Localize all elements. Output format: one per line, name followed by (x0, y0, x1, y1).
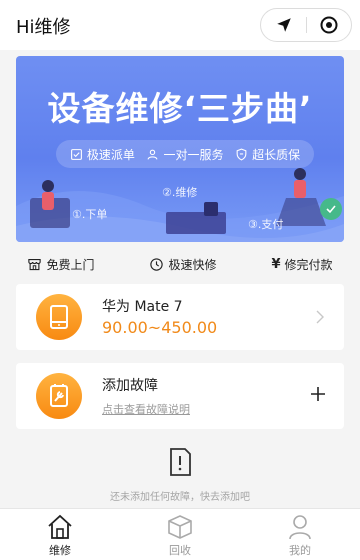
empty-hint: 还未添加任何故障，快去添加吧 (110, 492, 250, 503)
banner-step-order: ①.下单 (72, 208, 108, 221)
check-badge (320, 198, 342, 220)
device-icon-circle (36, 294, 82, 340)
banner-feature-pill: 极速派单 一对一服务 超长质保 (56, 140, 314, 168)
box-icon (168, 515, 192, 539)
device-name: 华为 Mate 7 (102, 299, 183, 315)
plus-icon[interactable] (310, 386, 326, 402)
house-icon (48, 514, 72, 539)
fault-icon-circle (36, 373, 82, 419)
banner-feature-label: 极速派单 (86, 147, 135, 162)
yen-icon: ¥ (271, 256, 281, 272)
banner-headline: 设备维修‘三步曲’ (47, 89, 313, 128)
empty-document-icon (170, 448, 191, 476)
menu-capsule (260, 8, 352, 42)
feature-free-visit: 免费上门 (27, 256, 95, 273)
tab-label: 我的 (289, 544, 311, 557)
record-icon (320, 16, 337, 34)
shield-icon (236, 148, 247, 161)
banner-feature-label: 一对一服务 (163, 147, 224, 162)
tab-bar: 维修 回收 我的 (0, 508, 360, 560)
feature-label: 免费上门 (46, 257, 95, 272)
promo-banner[interactable]: 设备维修‘三步曲’ 极速派单 一对一服务 超长质保 ①.下单 ②.维修 ③.支付 (16, 56, 344, 242)
user-icon (289, 515, 311, 540)
clock-icon (150, 257, 164, 271)
location-button[interactable] (261, 9, 306, 41)
tab-label: 回收 (169, 544, 191, 557)
check-icon (326, 205, 336, 214)
chevron-right-icon (316, 310, 324, 324)
tablet-icon (50, 305, 68, 329)
navbar: Hi维修 (0, 0, 360, 50)
service-features: 免费上门 极速快修 ¥ 修完付款 (0, 250, 360, 278)
add-fault-title: 添加故障 (102, 378, 158, 394)
banner-feature-dispatch: 极速派单 (70, 146, 135, 163)
device-card[interactable]: 华为 Mate 7 90.00~450.00 (16, 284, 344, 350)
location-arrow-icon (276, 18, 291, 32)
person-icon (148, 149, 158, 160)
banner-step-pay: ③.支付 (248, 218, 284, 231)
banner-feature-service: 一对一服务 (146, 146, 223, 163)
tab-mine[interactable]: 我的 (240, 509, 360, 560)
record-button[interactable] (306, 9, 351, 41)
fault-info-link[interactable]: 点击查看故障说明 (102, 401, 190, 417)
banner-feature-warranty: 超长质保 (235, 146, 300, 163)
device-price-range: 90.00~450.00 (102, 318, 218, 337)
shop-icon (28, 258, 42, 270)
feature-label: 修完付款 (284, 257, 333, 272)
tab-label: 维修 (49, 544, 71, 557)
banner-feature-label: 超长质保 (252, 147, 301, 162)
feature-fast-repair: 极速快修 (149, 256, 216, 273)
wrench-document-icon (50, 384, 68, 407)
feature-pay-after: ¥ 修完付款 (271, 256, 332, 273)
app-title: Hi维修 (16, 17, 71, 38)
tab-recycle[interactable]: 回收 (120, 509, 240, 560)
feature-label: 极速快修 (168, 257, 217, 272)
banner-step-repair: ②.维修 (162, 186, 198, 199)
add-fault-card[interactable]: 添加故障 点击查看故障说明 (16, 363, 344, 429)
tab-repair[interactable]: 维修 (0, 509, 120, 560)
checklist-icon (70, 148, 82, 160)
